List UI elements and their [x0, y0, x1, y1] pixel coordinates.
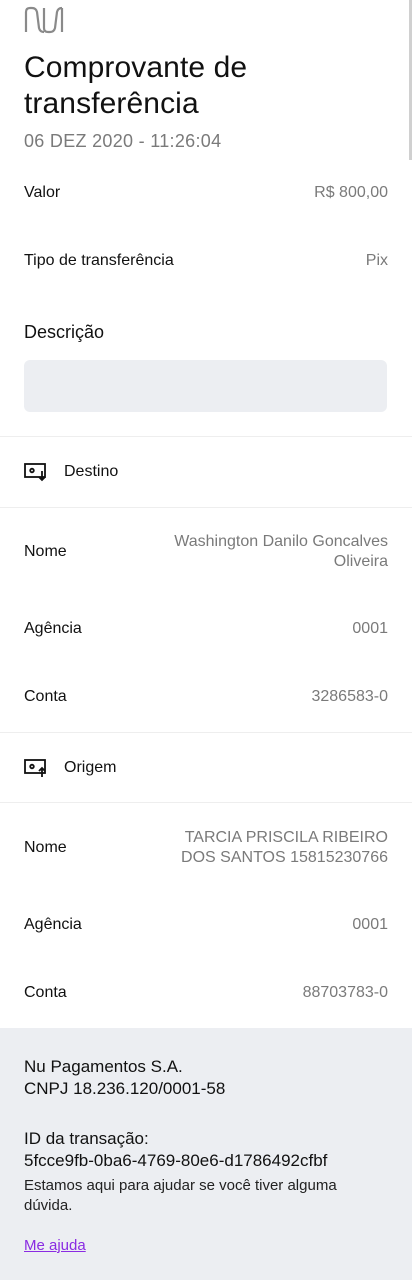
transaction-label: ID da transação:	[24, 1129, 149, 1148]
origem-agencia-label: Agência	[24, 916, 82, 933]
tipo-value: Pix	[365, 252, 388, 269]
help-link[interactable]: Me ajuda	[24, 1237, 86, 1254]
page-title: Comprovante de transferência	[24, 51, 248, 120]
destino-agencia-label: Agência	[24, 620, 82, 637]
transfer-datetime: 06 DEZ 2020 - 11:26:04	[24, 131, 222, 151]
destino-agencia-row: Agência 0001	[24, 620, 388, 638]
receive-money-icon	[24, 463, 46, 482]
nubank-logo-icon	[24, 6, 64, 34]
origem-conta-row: Conta 88703783-0	[24, 984, 388, 1002]
destino-nome-value: Washington Danilo Goncalves Oliveira	[174, 533, 388, 570]
company-info: Nu Pagamentos S.A. CNPJ 18.236.120/0001-…	[24, 1056, 225, 1100]
valor-label: Valor	[24, 184, 61, 201]
tipo-row: Tipo de transferência Pix	[24, 252, 388, 270]
destino-nome-label: Nome	[24, 543, 67, 560]
origem-nome-value: TARCIA PRISCILA RIBEIRO DOS SANTOS 15815…	[181, 829, 388, 866]
destino-conta-label: Conta	[24, 688, 67, 705]
destino-conta-value: 3286583-0	[311, 688, 388, 705]
valor-row: Valor R$ 800,00	[24, 184, 388, 202]
descricao-box	[24, 360, 387, 412]
destino-header: Destino	[24, 462, 118, 482]
divider	[0, 732, 412, 733]
company-name: Nu Pagamentos S.A.	[24, 1057, 183, 1076]
help-text: Estamos aqui para ajudar se você tiver a…	[24, 1177, 337, 1214]
destino-nome-row: Nome Washington Danilo Goncalves Oliveir…	[24, 532, 388, 572]
descricao-label: Descrição	[24, 322, 105, 342]
destino-agencia-value: 0001	[352, 620, 388, 637]
tipo-label: Tipo de transferência	[24, 252, 174, 269]
transaction-id: 5fcce9fb-0ba6-4769-80e6-d1786492cfbf	[24, 1151, 328, 1170]
company-cnpj: CNPJ 18.236.120/0001-58	[24, 1079, 226, 1098]
valor-value: R$ 800,00	[314, 184, 388, 201]
origem-nome-row: Nome TARCIA PRISCILA RIBEIRO DOS SANTOS …	[24, 828, 388, 868]
origem-agencia-value: 0001	[352, 916, 388, 933]
origem-nome-label: Nome	[24, 839, 67, 856]
transaction-info: ID da transação: 5fcce9fb-0ba6-4769-80e6…	[24, 1128, 394, 1172]
send-money-icon	[24, 759, 46, 777]
destino-conta-row: Conta 3286583-0	[24, 688, 388, 706]
divider	[0, 436, 412, 437]
receipt-footer: Nu Pagamentos S.A. CNPJ 18.236.120/0001-…	[0, 1028, 412, 1280]
destino-title: Destino	[64, 463, 119, 480]
origem-conta-label: Conta	[24, 984, 67, 1001]
divider	[0, 802, 412, 803]
divider	[0, 507, 412, 508]
origem-header: Origem	[24, 758, 116, 778]
origem-title: Origem	[64, 759, 117, 776]
origem-agencia-row: Agência 0001	[24, 916, 388, 934]
origem-conta-value: 88703783-0	[302, 984, 388, 1001]
